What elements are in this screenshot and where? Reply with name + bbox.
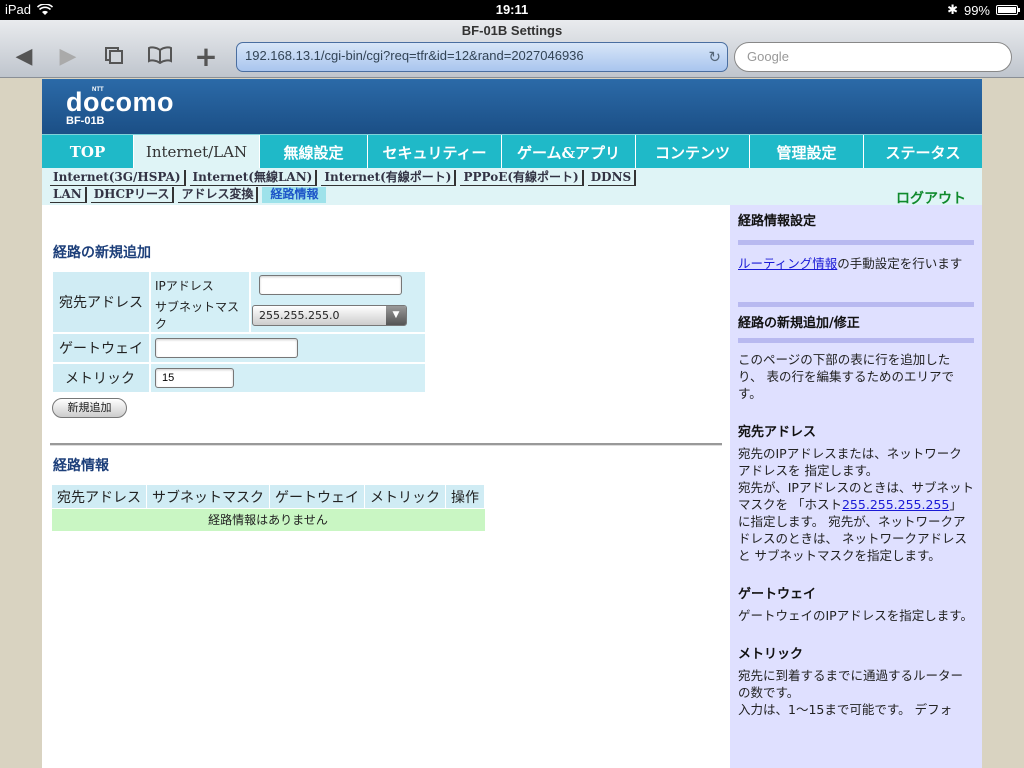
help-text-destination-2: 宛先が、IPアドレスのときは、サブネットマスクを 「ホスト255.255.255… <box>738 479 974 564</box>
subnav-internet-wlan[interactable]: Internet(無線LAN) <box>189 170 318 186</box>
subnav-address-translation[interactable]: アドレス変換 <box>178 187 259 203</box>
subnav-routing-info[interactable]: 経路情報 <box>262 187 327 203</box>
add-route-button[interactable]: 新規追加 <box>52 398 127 418</box>
bookmarks-icon[interactable] <box>146 46 174 68</box>
help-divider <box>738 302 974 307</box>
tab-admin[interactable]: 管理設定 <box>750 135 864 169</box>
sub-navigation: Internet(3G/HSPA) Internet(無線LAN) Intern… <box>42 168 982 207</box>
subnet-mask-value: 255.255.255.0 <box>259 308 340 322</box>
ip-address-label: IPアドレス <box>149 270 251 298</box>
subnav-internet-wired[interactable]: Internet(有線ポート) <box>321 170 457 186</box>
help-title-gateway: ゲートウェイ <box>738 587 817 602</box>
add-icon[interactable]: + <box>192 43 220 71</box>
help-text-add-edit: このページの下部の表に行を追加したり、 表の行を編集するためのエリアです。 <box>738 352 954 401</box>
empty-routes-message: 経路情報はありません <box>51 508 485 531</box>
col-subnet-mask: サブネットマスク <box>146 484 270 509</box>
help-divider <box>738 338 974 343</box>
help-text-metric-2: 入力は、1〜15まで可能です。 デフォ <box>738 702 953 717</box>
forward-icon[interactable]: ▶ <box>54 46 82 68</box>
help-text-routing: ルーティング情報の手動設定を行います <box>738 255 974 272</box>
subnav-internet-3g[interactable]: Internet(3G/HSPA) <box>50 170 186 186</box>
chevron-down-icon: ▼ <box>386 305 406 325</box>
browser-page-title: BF-01B Settings <box>461 23 563 38</box>
tab-top[interactable]: TOP <box>42 135 134 169</box>
ip-address-input[interactable] <box>259 275 402 295</box>
reload-icon[interactable]: ↻ <box>708 48 721 66</box>
main-tabs: TOP Internet/LAN 無線設定 セキュリティー ゲーム&アプリ コン… <box>42 134 982 169</box>
help-title-add-edit: 経路の新規追加/修正 <box>738 316 860 331</box>
status-bar: iPad 19:11 ✱ 99% <box>0 0 1024 20</box>
search-field[interactable]: Google <box>734 42 1012 72</box>
host-mask-link[interactable]: 255.255.255.255 <box>842 497 949 512</box>
url-field[interactable]: 192.168.13.1/cgi-bin/cgi?req=tfr&id=12&r… <box>236 42 728 72</box>
subnav-ddns[interactable]: DDNS <box>587 170 637 186</box>
subnet-mask-select[interactable]: 255.255.255.0 ▼ <box>252 304 407 326</box>
help-title-destination: 宛先アドレス <box>738 425 817 440</box>
table-header-row: 宛先アドレス サブネットマスク ゲートウェイ メトリック 操作 <box>51 484 485 509</box>
col-destination: 宛先アドレス <box>51 484 147 509</box>
destination-label: 宛先アドレス <box>51 270 151 334</box>
subnav-lan[interactable]: LAN <box>50 187 87 203</box>
docomo-logo: NTT docomo BF-01B <box>66 87 174 127</box>
main-content: 経路の新規追加 宛先アドレス IPアドレス サブネットマスク 255.255.2… <box>42 205 730 768</box>
gateway-label: ゲートウェイ <box>51 332 151 364</box>
help-title-metric: メトリック <box>738 647 804 662</box>
add-route-title: 経路の新規追加 <box>53 245 151 261</box>
subnav-pppoe[interactable]: PPPoE(有線ポート) <box>460 170 584 186</box>
pages-icon[interactable] <box>100 46 128 68</box>
col-metric: メトリック <box>364 484 446 509</box>
bluetooth-icon: ✱ <box>947 2 958 17</box>
clock: 19:11 <box>495 2 529 17</box>
help-sidebar: 経路情報設定 ルーティング情報の手動設定を行います 経路の新規追加/修正 このペ… <box>730 205 982 768</box>
metric-input[interactable] <box>155 368 234 388</box>
tab-wireless[interactable]: 無線設定 <box>260 135 368 169</box>
battery-percent: 99% <box>963 2 990 18</box>
col-operation: 操作 <box>445 484 485 509</box>
back-icon[interactable]: ◀ <box>10 46 38 68</box>
tab-status[interactable]: ステータス <box>864 135 982 169</box>
route-list-title: 経路情報 <box>53 458 109 474</box>
subnav-dhcp-lease[interactable]: DHCPリース <box>90 187 175 203</box>
tab-internet-lan[interactable]: Internet/LAN <box>134 135 260 169</box>
page-header: NTT docomo BF-01B <box>42 79 982 134</box>
metric-label: メトリック <box>51 362 151 394</box>
help-title-routing: 経路情報設定 <box>738 214 817 229</box>
routing-info-link[interactable]: ルーティング情報 <box>738 256 837 271</box>
help-text-gateway: ゲートウェイのIPアドレスを指定します。 <box>738 608 973 623</box>
help-divider <box>738 240 974 245</box>
help-text-metric-1: 宛先に到着するまでに通過するルーターの数です。 <box>738 668 964 700</box>
help-routing-desc: の手動設定を行います <box>837 256 963 271</box>
tab-security[interactable]: セキュリティー <box>368 135 502 169</box>
subnet-mask-label: サブネットマスク <box>149 298 251 334</box>
add-route-form: 宛先アドレス IPアドレス サブネットマスク 255.255.255.0 ▼ ゲ… <box>51 270 427 394</box>
url-text: 192.168.13.1/cgi-bin/cgi?req=tfr&id=12&r… <box>245 48 584 63</box>
col-gateway: ゲートウェイ <box>269 484 365 509</box>
ntt-label: NTT <box>92 87 104 93</box>
tab-games-apps[interactable]: ゲーム&アプリ <box>502 135 636 169</box>
tab-contents[interactable]: コンテンツ <box>636 135 750 169</box>
battery-icon <box>996 5 1020 15</box>
route-table: 宛先アドレス サブネットマスク ゲートウェイ メトリック 操作 経路情報はありま… <box>51 484 485 531</box>
section-divider <box>50 443 722 446</box>
table-row: 経路情報はありません <box>51 508 485 531</box>
router-settings-page: NTT docomo BF-01B TOP Internet/LAN 無線設定 … <box>42 79 982 768</box>
gateway-input[interactable] <box>155 338 298 358</box>
browser-toolbar: BF-01B Settings ◀ ▶ + 192.168.13.1/cgi-b… <box>0 20 1024 78</box>
brand-name: docomo <box>66 87 174 117</box>
help-text-destination-1: 宛先のIPアドレスまたは、ネットワークアドレスを 指定します。 <box>738 446 962 478</box>
